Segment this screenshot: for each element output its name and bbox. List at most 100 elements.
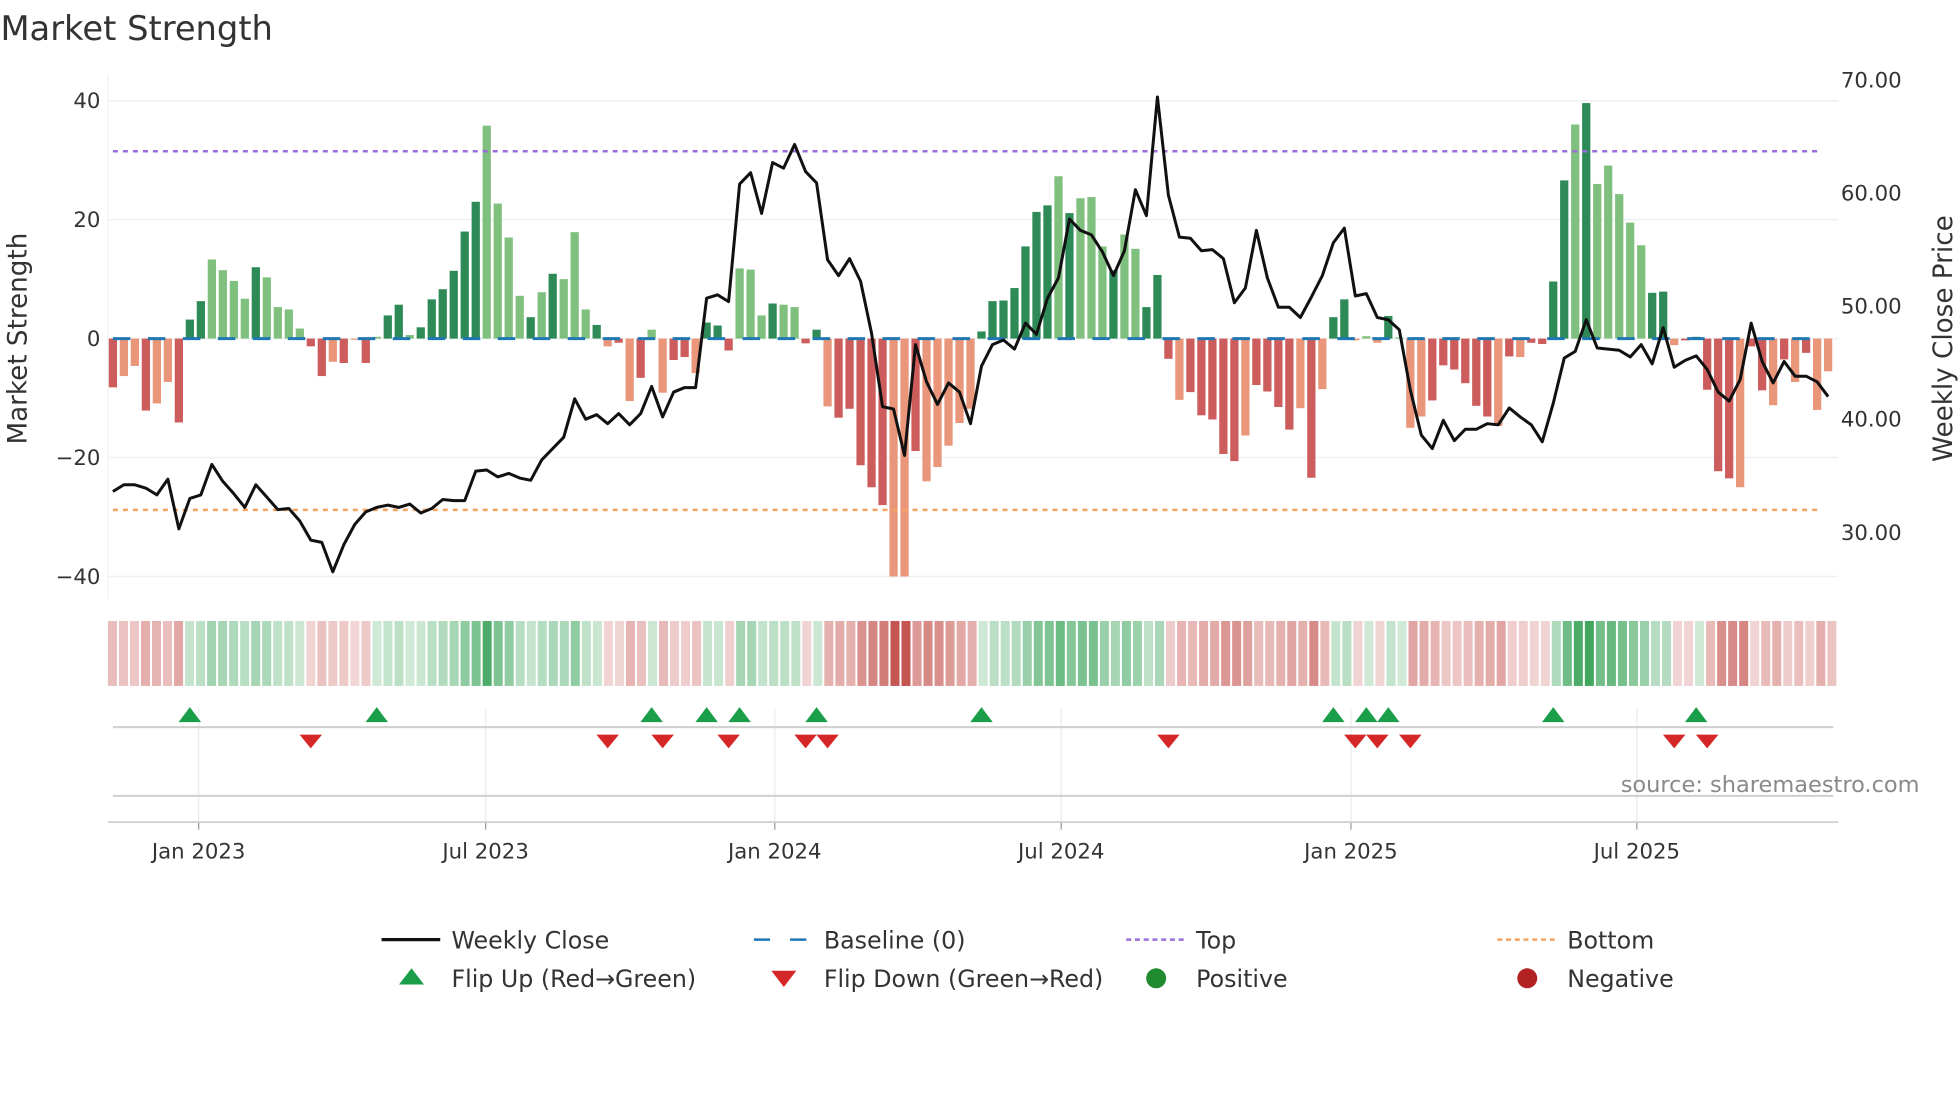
positive-bar [779, 304, 788, 339]
legend-item-baseline: Baseline (0) [753, 926, 966, 954]
axes: 40 20 0 −20 −40 70.00 60.00 50.00 40.00 30.00 Mark… [4, 68, 1959, 864]
heat-cell [570, 620, 580, 686]
heat-cell [1816, 620, 1826, 686]
negative-bar [174, 338, 183, 423]
heat-cell [1606, 620, 1616, 686]
positive-bar [240, 298, 249, 339]
source-label: source: sharemaestro.com [1621, 772, 1920, 798]
heat-cell [1794, 620, 1804, 686]
legend-label: Flip Down (Green→Red) [824, 965, 1103, 993]
heat-cell [1033, 620, 1043, 686]
positive-bar [295, 328, 304, 339]
heat-cell [1243, 620, 1253, 686]
negative-bar [306, 338, 315, 347]
negative-bar [1241, 338, 1250, 436]
heat-cell [1573, 620, 1583, 686]
heat-cell [548, 620, 558, 686]
heat-cell [526, 620, 536, 686]
negative-bar [1494, 338, 1503, 427]
negative-bar [350, 338, 359, 340]
x-tick-label: Jul 2025 [1592, 839, 1680, 864]
heat-cell [471, 620, 481, 686]
heat-cell [868, 620, 878, 686]
positive-bar [1615, 194, 1624, 339]
heat-cell [163, 620, 173, 686]
heat-cell [912, 620, 922, 686]
heat-cell [956, 620, 966, 686]
heat-cell [295, 620, 305, 686]
negative-bar [339, 338, 348, 363]
negative-bar [361, 338, 370, 363]
x-tick-label: Jul 2023 [440, 839, 528, 864]
legend-item-positive: Positive [1146, 965, 1288, 993]
heat-cell [1662, 620, 1672, 686]
flip-down-marker [1344, 734, 1367, 749]
heat-cell [1728, 620, 1738, 686]
heat-cell [405, 620, 415, 686]
heat-cell [824, 620, 834, 686]
heat-cell [1496, 620, 1506, 686]
y2-tick-label: 30.00 [1841, 521, 1902, 546]
positive-bar [1626, 222, 1635, 339]
heat-cell [581, 620, 591, 686]
negative-bar [1823, 338, 1833, 372]
heat-cell [1441, 620, 1451, 686]
legend: Weekly Close Baseline (0) Top Bottom Flip Up… [381, 926, 1674, 993]
heat-cell [1199, 620, 1209, 686]
heat-cell [670, 620, 680, 686]
negative-bar [1417, 338, 1426, 417]
positive-bar [1340, 299, 1349, 339]
heat-cell [658, 620, 669, 686]
heat-cell [1805, 620, 1815, 686]
negative-bar [922, 338, 931, 482]
heat-cell [1331, 620, 1341, 686]
negative-bar [1208, 338, 1217, 420]
heat-cell [284, 620, 294, 686]
legend-item-top: Top [1126, 926, 1236, 954]
negative-bar [1164, 338, 1173, 359]
negative-bar [1472, 338, 1481, 406]
positive-bar [1109, 270, 1118, 339]
heat-cell [614, 620, 624, 686]
positive-bar [570, 232, 579, 339]
negative-bar [1307, 338, 1316, 478]
heat-cell [515, 620, 525, 686]
positive-bar [449, 270, 458, 339]
flip-down-marker [717, 734, 740, 749]
negative-bar [845, 338, 854, 409]
heat-cell [1320, 620, 1330, 686]
negative-bar [119, 338, 129, 377]
heat-cell [1750, 620, 1760, 686]
heat-cell [1540, 620, 1550, 686]
heat-cell [1210, 620, 1220, 686]
heat-cell [1827, 620, 1837, 686]
y2-tick-label: 70.00 [1841, 68, 1902, 93]
negative-bar [1483, 338, 1492, 417]
negative-bar [1516, 338, 1525, 358]
heat-cell [559, 620, 569, 686]
heat-cell [1154, 620, 1165, 686]
negative-bar [944, 338, 953, 446]
heat-cell [1639, 620, 1649, 686]
positive-bar [757, 315, 766, 339]
positive-bar [988, 301, 997, 339]
negative-bar [955, 338, 964, 424]
negative-bar [724, 338, 733, 351]
heat-cell [1562, 620, 1572, 686]
positive-bar [218, 270, 227, 339]
heat-cell [714, 620, 724, 686]
heat-cell [504, 620, 514, 686]
negative-bar [1812, 338, 1822, 410]
heat-cell [1110, 620, 1120, 686]
positive-bar [790, 307, 799, 339]
flip-down-marker [1366, 734, 1389, 749]
positive-bar [713, 325, 722, 339]
heat-cell [1055, 620, 1065, 686]
negative-bar [966, 338, 975, 409]
heat-cell [1695, 620, 1705, 686]
flip-up-marker [970, 707, 993, 723]
heat-cell [1177, 620, 1187, 686]
legend-item-flip-down: Flip Down (Green→Red) [771, 965, 1103, 993]
heat-cell [1584, 620, 1594, 686]
negative-bar [1263, 338, 1272, 392]
